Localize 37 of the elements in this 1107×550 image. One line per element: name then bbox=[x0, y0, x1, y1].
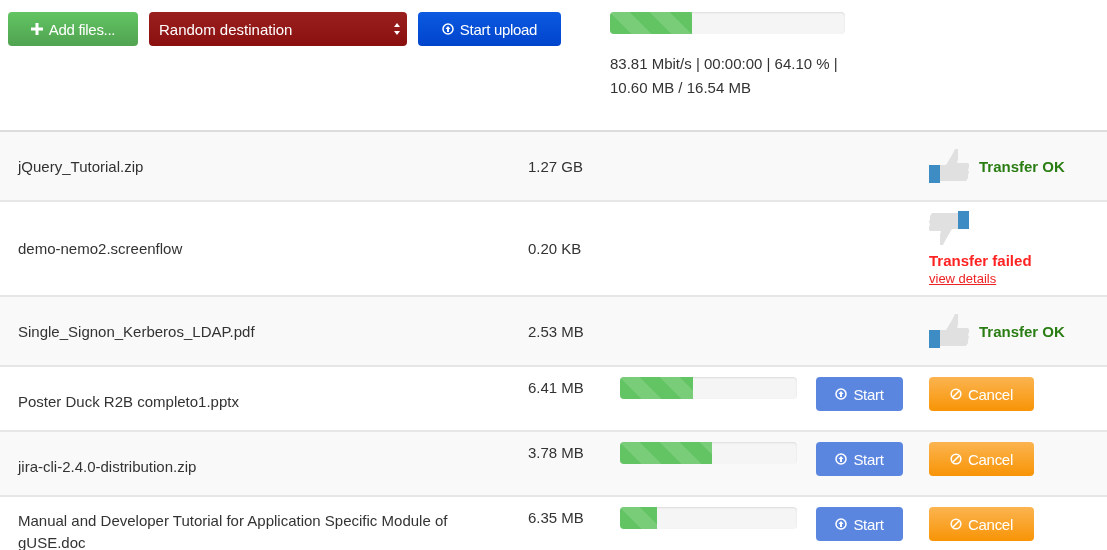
cancel-icon bbox=[950, 518, 963, 530]
status-text: Transfer OK bbox=[979, 157, 1065, 175]
thumbs-up-icon bbox=[929, 149, 969, 183]
cancel-icon bbox=[950, 388, 963, 400]
caret-icon bbox=[393, 22, 401, 36]
view-details-link[interactable]: view details bbox=[929, 271, 997, 286]
add-files-button[interactable]: Add files... bbox=[8, 12, 138, 46]
status-text: Transfer OK bbox=[979, 322, 1065, 340]
file-size: 2.53 MB bbox=[528, 322, 585, 340]
file-size: 6.35 MB bbox=[528, 508, 585, 526]
destination-select[interactable]: Random destination bbox=[149, 12, 407, 46]
upload-stats: 83.81 Mbit/s | 00:00:00 | 64.10 % | 10.60 MB / 16.54 MB bbox=[610, 54, 839, 98]
cancel-button[interactable]: Cancel bbox=[929, 507, 1034, 541]
file-size: 1.27 GB bbox=[528, 157, 585, 175]
file-size: 6.41 MB bbox=[528, 378, 585, 396]
file-name: Single_Signon_Kerberos_LDAP.pdf bbox=[17, 322, 256, 340]
cancel-icon bbox=[950, 453, 963, 465]
file-name: Poster Duck R2B completo1.pptx bbox=[17, 392, 240, 412]
start-button[interactable]: Start bbox=[816, 442, 903, 476]
status-text: Transfer failed bbox=[929, 252, 1032, 269]
upload-icon bbox=[835, 388, 848, 400]
start-button[interactable]: Start bbox=[816, 507, 903, 541]
file-name: jira-cli-2.4.0-distribution.zip bbox=[16, 457, 198, 477]
thumbs-down-icon bbox=[929, 211, 969, 245]
file-size: 0.20 KB bbox=[528, 240, 583, 257]
start-button[interactable]: Start bbox=[816, 377, 903, 411]
file-size: 3.78 MB bbox=[528, 443, 585, 461]
upload-icon bbox=[835, 518, 848, 530]
thumbs-up-icon bbox=[929, 314, 969, 348]
file-name: demo-nemo2.screenflow bbox=[17, 240, 184, 257]
cancel-button[interactable]: Cancel bbox=[929, 377, 1034, 411]
file-name: jQuery_Tutorial.zip bbox=[16, 157, 145, 175]
start-upload-button[interactable]: Start upload bbox=[418, 12, 561, 46]
plus-icon bbox=[30, 23, 43, 35]
upload-icon bbox=[835, 453, 848, 465]
upload-icon bbox=[441, 23, 454, 35]
cancel-button[interactable]: Cancel bbox=[929, 442, 1034, 476]
